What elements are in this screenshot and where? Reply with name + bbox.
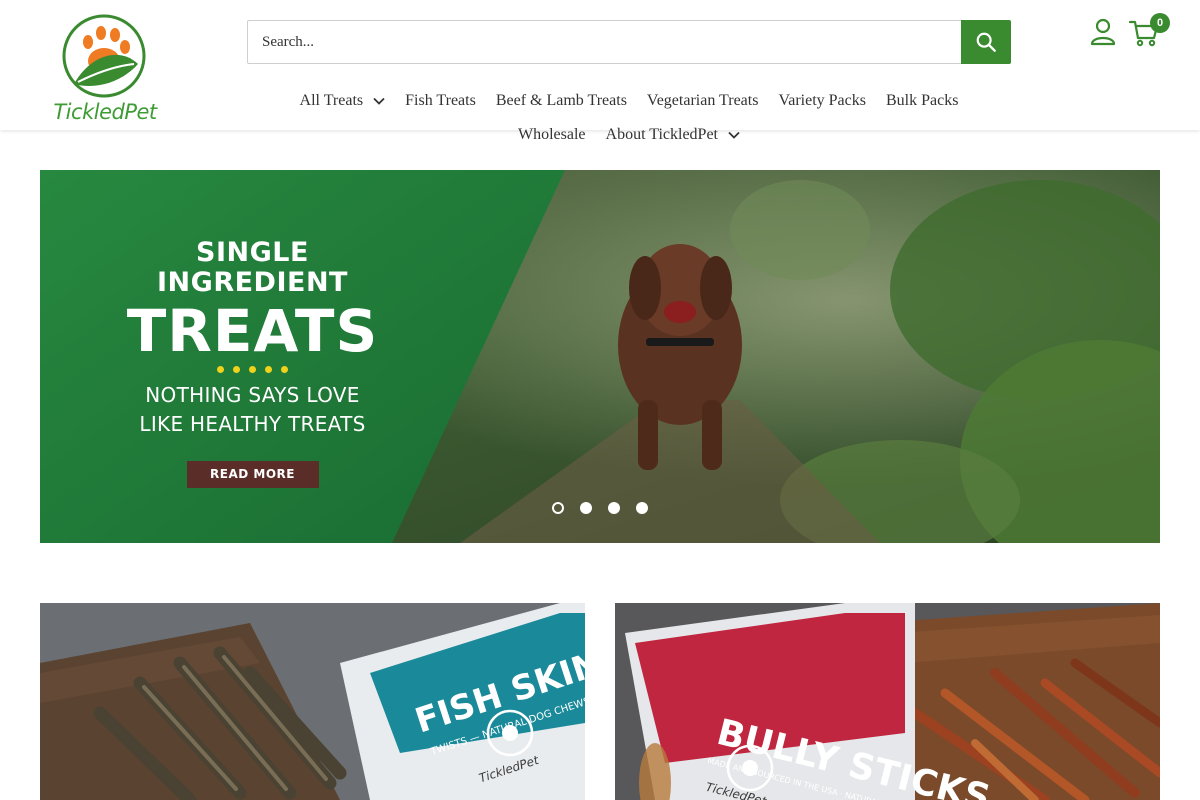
hero-headline: TREATS: [126, 297, 379, 366]
nav-row-primary: All Treats Fish Treats Beef & Lamb Treat…: [247, 84, 1011, 118]
bully-sticks-product-image: BULLY STICKS MADE AND SOURCED IN THE USA…: [615, 603, 1160, 800]
hero-text-block: SINGLE INGREDIENT TREATS NOTHING SAYS LO…: [110, 237, 395, 489]
bully-sticks-collection-tile[interactable]: BULLY STICKS MADE AND SOURCED IN THE USA…: [615, 603, 1160, 800]
search-bar: [247, 20, 1011, 64]
paw-leaf-logo-icon: [62, 14, 146, 98]
chevron-down-icon: [373, 97, 385, 105]
nav-item-label: Beef & Lamb Treats: [495, 92, 627, 109]
chevron-down-icon: [728, 131, 740, 139]
hero-tagline-line-2: LIKE HEALTHY TREATS: [139, 412, 366, 437]
account-button[interactable]: [1090, 18, 1116, 46]
nav-item-label: Bulk Packs: [885, 92, 959, 109]
nav-item-all-treats[interactable]: All Treats: [300, 92, 386, 110]
slider-dot-4[interactable]: [636, 502, 648, 514]
nav-item-label: All Treats: [299, 92, 364, 109]
slider-dot-3[interactable]: [608, 502, 620, 514]
hero-tagline-line-1: NOTHING SAYS LOVE: [145, 383, 360, 408]
search-button[interactable]: [961, 20, 1011, 64]
nav-item-label: About TickledPet: [605, 126, 718, 143]
hero-kicker: SINGLE INGREDIENT: [157, 237, 348, 298]
fish-skin-product-image: FISH SKIN TWISTS — NATURAL DOG CHEWS Tic…: [40, 603, 585, 800]
site-header: TickledPet 0 All Treats: [0, 0, 1200, 143]
site-logo[interactable]: TickledPet: [52, 6, 158, 126]
nav-item-beef-lamb-treats[interactable]: Beef & Lamb Treats: [496, 92, 627, 110]
nav-item-variety-packs[interactable]: Variety Packs: [778, 92, 866, 110]
read-more-button[interactable]: READ MORE: [186, 461, 319, 489]
cart-count-badge: 0: [1150, 13, 1170, 33]
nav-item-label: Wholesale: [518, 126, 586, 143]
slider-dot-1[interactable]: [552, 502, 564, 514]
main-navigation: All Treats Fish Treats Beef & Lamb Treat…: [247, 84, 1011, 152]
search-icon: [976, 32, 996, 52]
logo-wordmark: TickledPet: [53, 100, 157, 124]
hero-slider[interactable]: SINGLE INGREDIENT TREATS NOTHING SAYS LO…: [40, 170, 1160, 543]
paw-dots-decoration: [110, 366, 395, 374]
slider-dot-2[interactable]: [580, 502, 592, 514]
nav-item-label: Fish Treats: [405, 92, 476, 109]
nav-item-about[interactable]: About TickledPet: [606, 126, 740, 144]
user-icon: [1090, 18, 1116, 46]
nav-item-wholesale[interactable]: Wholesale: [518, 126, 586, 144]
nav-item-bulk-packs[interactable]: Bulk Packs: [886, 92, 958, 110]
nav-item-label: Variety Packs: [778, 92, 866, 109]
nav-item-label: Vegetarian Treats: [646, 92, 759, 109]
search-input[interactable]: [247, 20, 961, 64]
nav-item-fish-treats[interactable]: Fish Treats: [405, 92, 476, 110]
nav-row-secondary: Wholesale About TickledPet: [247, 118, 1011, 152]
slider-pagination: [552, 502, 648, 514]
nav-item-vegetarian-treats[interactable]: Vegetarian Treats: [647, 92, 759, 110]
fish-skin-collection-tile[interactable]: FISH SKIN TWISTS — NATURAL DOG CHEWS Tic…: [40, 603, 585, 800]
